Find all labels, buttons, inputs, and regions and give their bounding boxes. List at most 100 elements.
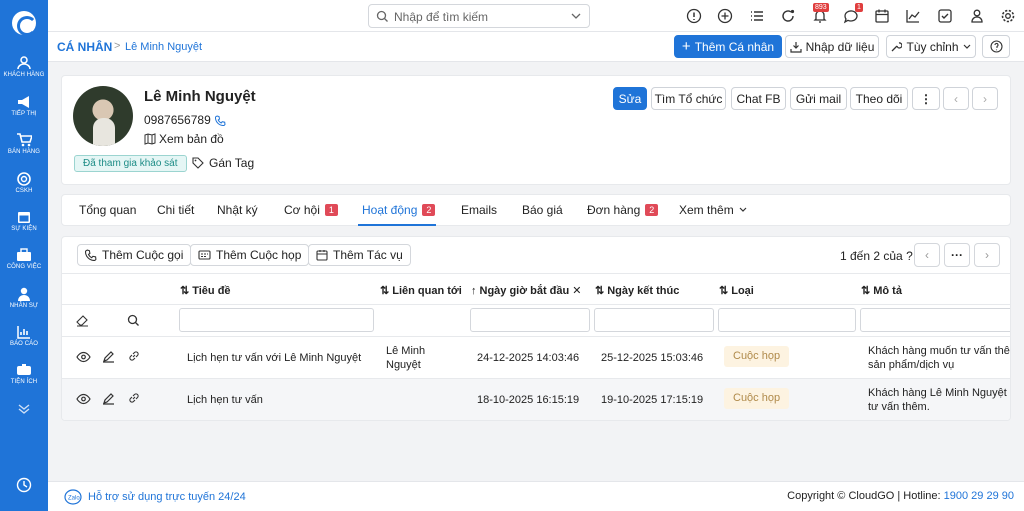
tab-more[interactable]: Xem thêm bbox=[679, 203, 747, 217]
tab-count: 2 bbox=[645, 204, 659, 216]
filter-start-input[interactable] bbox=[470, 308, 590, 332]
search-placeholder: Nhập để tìm kiếm bbox=[394, 10, 489, 24]
clear-sort-icon[interactable]: ✕ bbox=[572, 284, 581, 297]
settings-icon[interactable] bbox=[1000, 8, 1016, 24]
table-row[interactable]: Lịch hẹn tư vấn 18-10-2025 16:15:19 19-1… bbox=[62, 379, 1010, 420]
link-icon[interactable] bbox=[128, 392, 140, 404]
tab-orders[interactable]: Đơn hàng 2 bbox=[587, 203, 659, 217]
column-description[interactable]: ⇅ Mô tả bbox=[861, 284, 902, 298]
refresh-icon[interactable] bbox=[780, 8, 796, 24]
tab-opportunities[interactable]: Cơ hội 1 bbox=[284, 203, 338, 217]
sidebar-item-tasks[interactable]: CÔNG VIỆC bbox=[0, 248, 48, 270]
next-page-button[interactable]: › bbox=[974, 243, 1000, 267]
list-icon[interactable] bbox=[749, 8, 765, 24]
profile-phone[interactable]: 0987656789 bbox=[144, 113, 226, 127]
previous-record-button[interactable]: ‹ bbox=[943, 87, 969, 110]
add-meeting-label: Thêm Cuộc họp bbox=[216, 248, 302, 262]
sidebar-item-reports[interactable]: BÁO CÁO bbox=[0, 325, 48, 347]
column-related[interactable]: ⇅ Liên quan tới bbox=[380, 284, 462, 298]
view-map-link[interactable]: Xem bản đồ bbox=[144, 132, 224, 146]
tab-emails[interactable]: Emails bbox=[461, 203, 497, 217]
column-type[interactable]: ⇅ Loại bbox=[719, 284, 754, 298]
sidebar-item-customers[interactable]: KHÁCH HÀNG bbox=[0, 56, 48, 78]
edit-button[interactable]: Sửa bbox=[613, 87, 647, 110]
add-meeting-button[interactable]: Thêm Cuộc họp bbox=[190, 244, 310, 266]
assign-tag-button[interactable]: Gán Tag bbox=[192, 156, 254, 170]
send-mail-button[interactable]: Gửi mail bbox=[790, 87, 847, 110]
plus-icon: + bbox=[681, 37, 691, 55]
sidebar-item-utilities[interactable]: TIỆN ÍCH bbox=[0, 363, 48, 385]
page-options-button[interactable]: ··· bbox=[944, 243, 970, 267]
sidebar-item-hr[interactable]: NHÂN SỰ bbox=[0, 287, 48, 309]
find-organization-button[interactable]: Tìm Tổ chức bbox=[651, 87, 726, 110]
assign-tag-label: Gán Tag bbox=[209, 156, 255, 170]
tab-overview[interactable]: Tổng quan bbox=[79, 203, 136, 217]
customize-dropdown[interactable]: Tùy chỉnh bbox=[886, 35, 976, 58]
filter-title-input[interactable] bbox=[179, 308, 374, 332]
filter-description-input[interactable] bbox=[860, 308, 1010, 332]
app-logo[interactable] bbox=[12, 11, 37, 36]
tab-count: 2 bbox=[422, 204, 436, 216]
calendar-icon[interactable] bbox=[874, 8, 890, 24]
activity-end: 25-12-2025 15:03:46 bbox=[601, 352, 704, 364]
tab-log[interactable]: Nhật ký bbox=[217, 203, 258, 217]
activity-title[interactable]: Lịch hẹn tư vấn bbox=[187, 393, 263, 407]
column-start[interactable]: ↑ Ngày giờ bắt đầu ✕ bbox=[471, 284, 581, 298]
eye-icon[interactable] bbox=[76, 393, 91, 405]
activity-related[interactable]: Lê Minh Nguyệt bbox=[386, 344, 425, 372]
help-button[interactable] bbox=[982, 35, 1010, 58]
chat-fb-button[interactable]: Chat FB bbox=[731, 87, 786, 110]
filter-end-input[interactable] bbox=[594, 308, 714, 332]
sidebar-item-label: SỰ KIỆN bbox=[11, 226, 37, 232]
sidebar-item-label: CSKH bbox=[15, 188, 33, 194]
sidebar-item-label: BÁN HÀNG bbox=[7, 149, 41, 155]
add-call-button[interactable]: Thêm Cuộc gọi bbox=[77, 244, 192, 266]
follow-button[interactable]: Theo dõi bbox=[850, 87, 908, 110]
link-icon[interactable] bbox=[128, 350, 140, 362]
sidebar-item-cskh[interactable]: CSKH bbox=[0, 172, 48, 194]
copyright: Copyright © CloudGO | Hotline: 1900 29 2… bbox=[787, 490, 1014, 502]
activity-title[interactable]: Lịch hẹn tư vấn với Lê Minh Nguyệt bbox=[187, 351, 361, 365]
checkbox-icon[interactable] bbox=[937, 8, 953, 24]
next-record-button[interactable]: › bbox=[972, 87, 998, 110]
sidebar-expand[interactable] bbox=[0, 403, 48, 415]
add-person-button[interactable]: + Thêm Cá nhân bbox=[674, 35, 782, 58]
info-icon[interactable] bbox=[686, 8, 702, 24]
eraser-icon[interactable] bbox=[76, 314, 89, 327]
cart-icon bbox=[17, 133, 32, 147]
column-label: Mô tả bbox=[873, 284, 902, 297]
edit-icon[interactable] bbox=[102, 392, 115, 405]
tab-activities[interactable]: Hoạt động 2 bbox=[362, 203, 436, 217]
column-title[interactable]: ⇅ Tiêu đề bbox=[180, 284, 231, 298]
chart-icon[interactable] bbox=[905, 8, 921, 24]
tab-quotes[interactable]: Báo giá bbox=[522, 203, 563, 217]
previous-page-button[interactable]: ‹ bbox=[914, 243, 940, 267]
table-row[interactable]: Lịch hẹn tư vấn với Lê Minh Nguyệt Lê Mi… bbox=[62, 337, 1010, 379]
eye-icon[interactable] bbox=[76, 351, 91, 363]
history-button[interactable] bbox=[0, 477, 48, 493]
support-link[interactable]: Hỗ trợ sử dụng trực tuyến 24/24 bbox=[88, 491, 246, 503]
add-task-button[interactable]: Thêm Tác vụ bbox=[308, 244, 411, 266]
sort-icon: ⇅ bbox=[595, 285, 605, 297]
tab-details[interactable]: Chi tiết bbox=[157, 203, 194, 217]
column-end[interactable]: ⇅ Ngày kết thúc bbox=[595, 284, 679, 298]
sidebar-item-events[interactable]: SỰ KIỆN bbox=[0, 210, 48, 232]
sidebar-item-marketing[interactable]: TIẾP THỊ bbox=[0, 95, 48, 117]
more-actions-button[interactable]: ⋮ bbox=[912, 87, 940, 110]
user-icon[interactable] bbox=[969, 8, 985, 24]
add-icon[interactable] bbox=[717, 8, 733, 24]
search-icon[interactable] bbox=[127, 314, 140, 327]
calendar-icon bbox=[316, 250, 328, 261]
pagination-total[interactable]: ? bbox=[906, 249, 913, 263]
edit-icon[interactable] bbox=[102, 350, 115, 363]
filter-type-input[interactable] bbox=[718, 308, 856, 332]
breadcrumb-root[interactable]: CÁ NHÂN bbox=[57, 40, 112, 54]
tab-label: Emails bbox=[461, 203, 498, 217]
sort-asc-icon: ↑ bbox=[471, 284, 477, 297]
global-search[interactable]: Nhập để tìm kiếm bbox=[368, 4, 590, 28]
import-data-button[interactable]: Nhập dữ liệu bbox=[785, 35, 879, 58]
copyright-text: Copyright © CloudGO | Hotline: bbox=[787, 490, 944, 502]
sidebar-item-sales[interactable]: BÁN HÀNG bbox=[0, 133, 48, 155]
sort-icon: ⇅ bbox=[180, 285, 190, 297]
hotline-link[interactable]: 1900 29 29 90 bbox=[944, 490, 1014, 502]
